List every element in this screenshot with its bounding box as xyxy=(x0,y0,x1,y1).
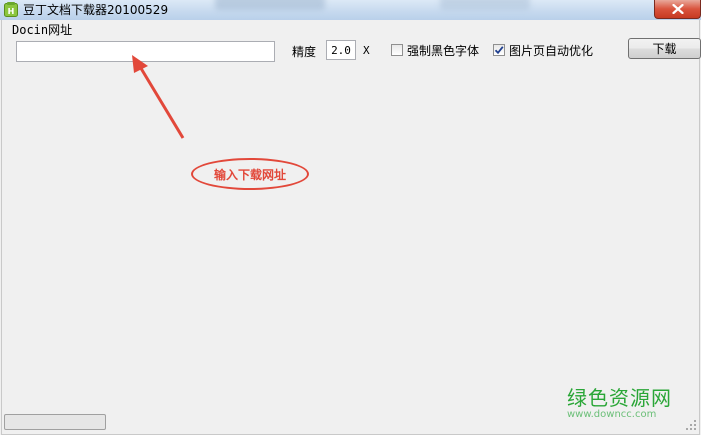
watermark-main: 绿色资源网 xyxy=(567,386,672,410)
close-button[interactable] xyxy=(654,0,701,19)
title-bar[interactable]: H 豆丁文档下载器20100529 xyxy=(0,0,701,20)
close-icon xyxy=(671,4,684,14)
app-logo-icon: H xyxy=(4,2,18,17)
check-mark-icon xyxy=(494,46,504,55)
resize-grip-icon[interactable] xyxy=(684,418,698,432)
annotation-text: 输入下载网址 xyxy=(213,167,286,182)
image-page-optimize-checkbox[interactable] xyxy=(493,44,505,56)
status-bar xyxy=(1,411,699,435)
svg-text:H: H xyxy=(8,7,15,16)
progress-bar xyxy=(4,414,106,430)
client-area: Docin网址 精度 X 强制黑色字体 图片页自动优化 下载 输入下载网址 绿色… xyxy=(1,20,701,435)
background-blur xyxy=(215,0,325,10)
background-blur-2 xyxy=(440,0,530,10)
force-black-font-label[interactable]: 强制黑色字体 xyxy=(407,42,479,59)
window-title: 豆丁文档下载器20100529 xyxy=(23,3,169,17)
annotation-callout: 输入下载网址 xyxy=(191,158,309,190)
image-page-optimize-label[interactable]: 图片页自动优化 xyxy=(509,42,593,59)
app-window: H 豆丁文档下载器20100529 Docin网址 精度 X 强制黑色字体 图片… xyxy=(0,0,701,435)
download-button[interactable]: 下载 xyxy=(628,38,701,59)
annotation-arrow-icon xyxy=(132,55,185,139)
